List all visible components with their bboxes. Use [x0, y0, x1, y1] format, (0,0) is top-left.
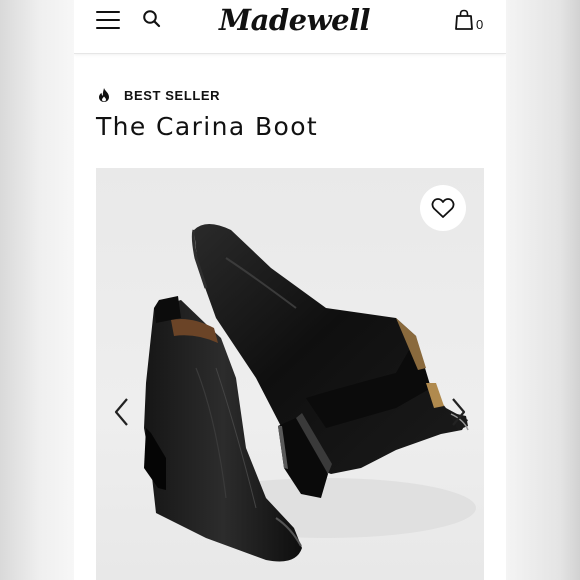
product-title: The Carina Boot: [96, 112, 319, 141]
product-image: [144, 224, 476, 562]
badge-label: BEST SELLER: [124, 87, 221, 103]
heart-icon: [431, 198, 455, 218]
brand-logo[interactable]: Madewell: [219, 0, 371, 40]
search-icon[interactable]: [142, 9, 162, 29]
product-page: Madewell 0 BEST SELLER The Carina Boot: [74, 0, 506, 580]
chevron-right-icon[interactable]: [448, 396, 468, 428]
best-seller-badge: BEST SELLER: [96, 86, 220, 104]
product-image-carousel[interactable]: [96, 168, 484, 580]
cart-count: 0: [476, 17, 484, 32]
flame-icon: [99, 88, 109, 102]
site-header: Madewell 0: [74, 0, 506, 54]
wishlist-button[interactable]: [420, 185, 466, 231]
chevron-left-icon[interactable]: [112, 396, 132, 428]
hamburger-menu-icon[interactable]: [96, 9, 122, 31]
shopping-bag-icon[interactable]: [454, 9, 474, 31]
